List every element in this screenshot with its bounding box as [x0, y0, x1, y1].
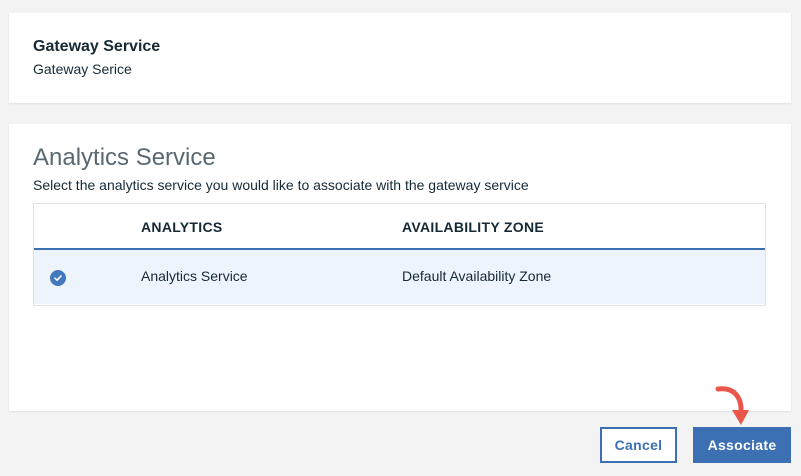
- table-row[interactable]: Analytics Service Default Availability Z…: [34, 250, 765, 304]
- cancel-button[interactable]: Cancel: [600, 427, 677, 463]
- analytics-service-description: Select the analytics service you would l…: [33, 177, 529, 193]
- gateway-service-card: Gateway Service Gateway Serice: [9, 13, 791, 103]
- cell-analytics: Analytics Service: [141, 268, 248, 284]
- gateway-service-name: Gateway Serice: [33, 61, 132, 77]
- column-header-availability-zone: AVAILABILITY ZONE: [402, 219, 544, 235]
- cell-availability-zone: Default Availability Zone: [402, 268, 552, 284]
- analytics-service-title: Analytics Service: [33, 144, 216, 171]
- analytics-table: ANALYTICS AVAILABILITY ZONE Analytics Se…: [33, 203, 766, 306]
- column-header-analytics: ANALYTICS: [141, 219, 223, 235]
- associate-button[interactable]: Associate: [693, 427, 791, 463]
- checkmark-circle-icon[interactable]: [50, 270, 66, 286]
- analytics-service-card: Analytics Service Select the analytics s…: [9, 124, 791, 411]
- table-header: ANALYTICS AVAILABILITY ZONE: [34, 204, 765, 250]
- gateway-service-title: Gateway Service: [33, 38, 161, 55]
